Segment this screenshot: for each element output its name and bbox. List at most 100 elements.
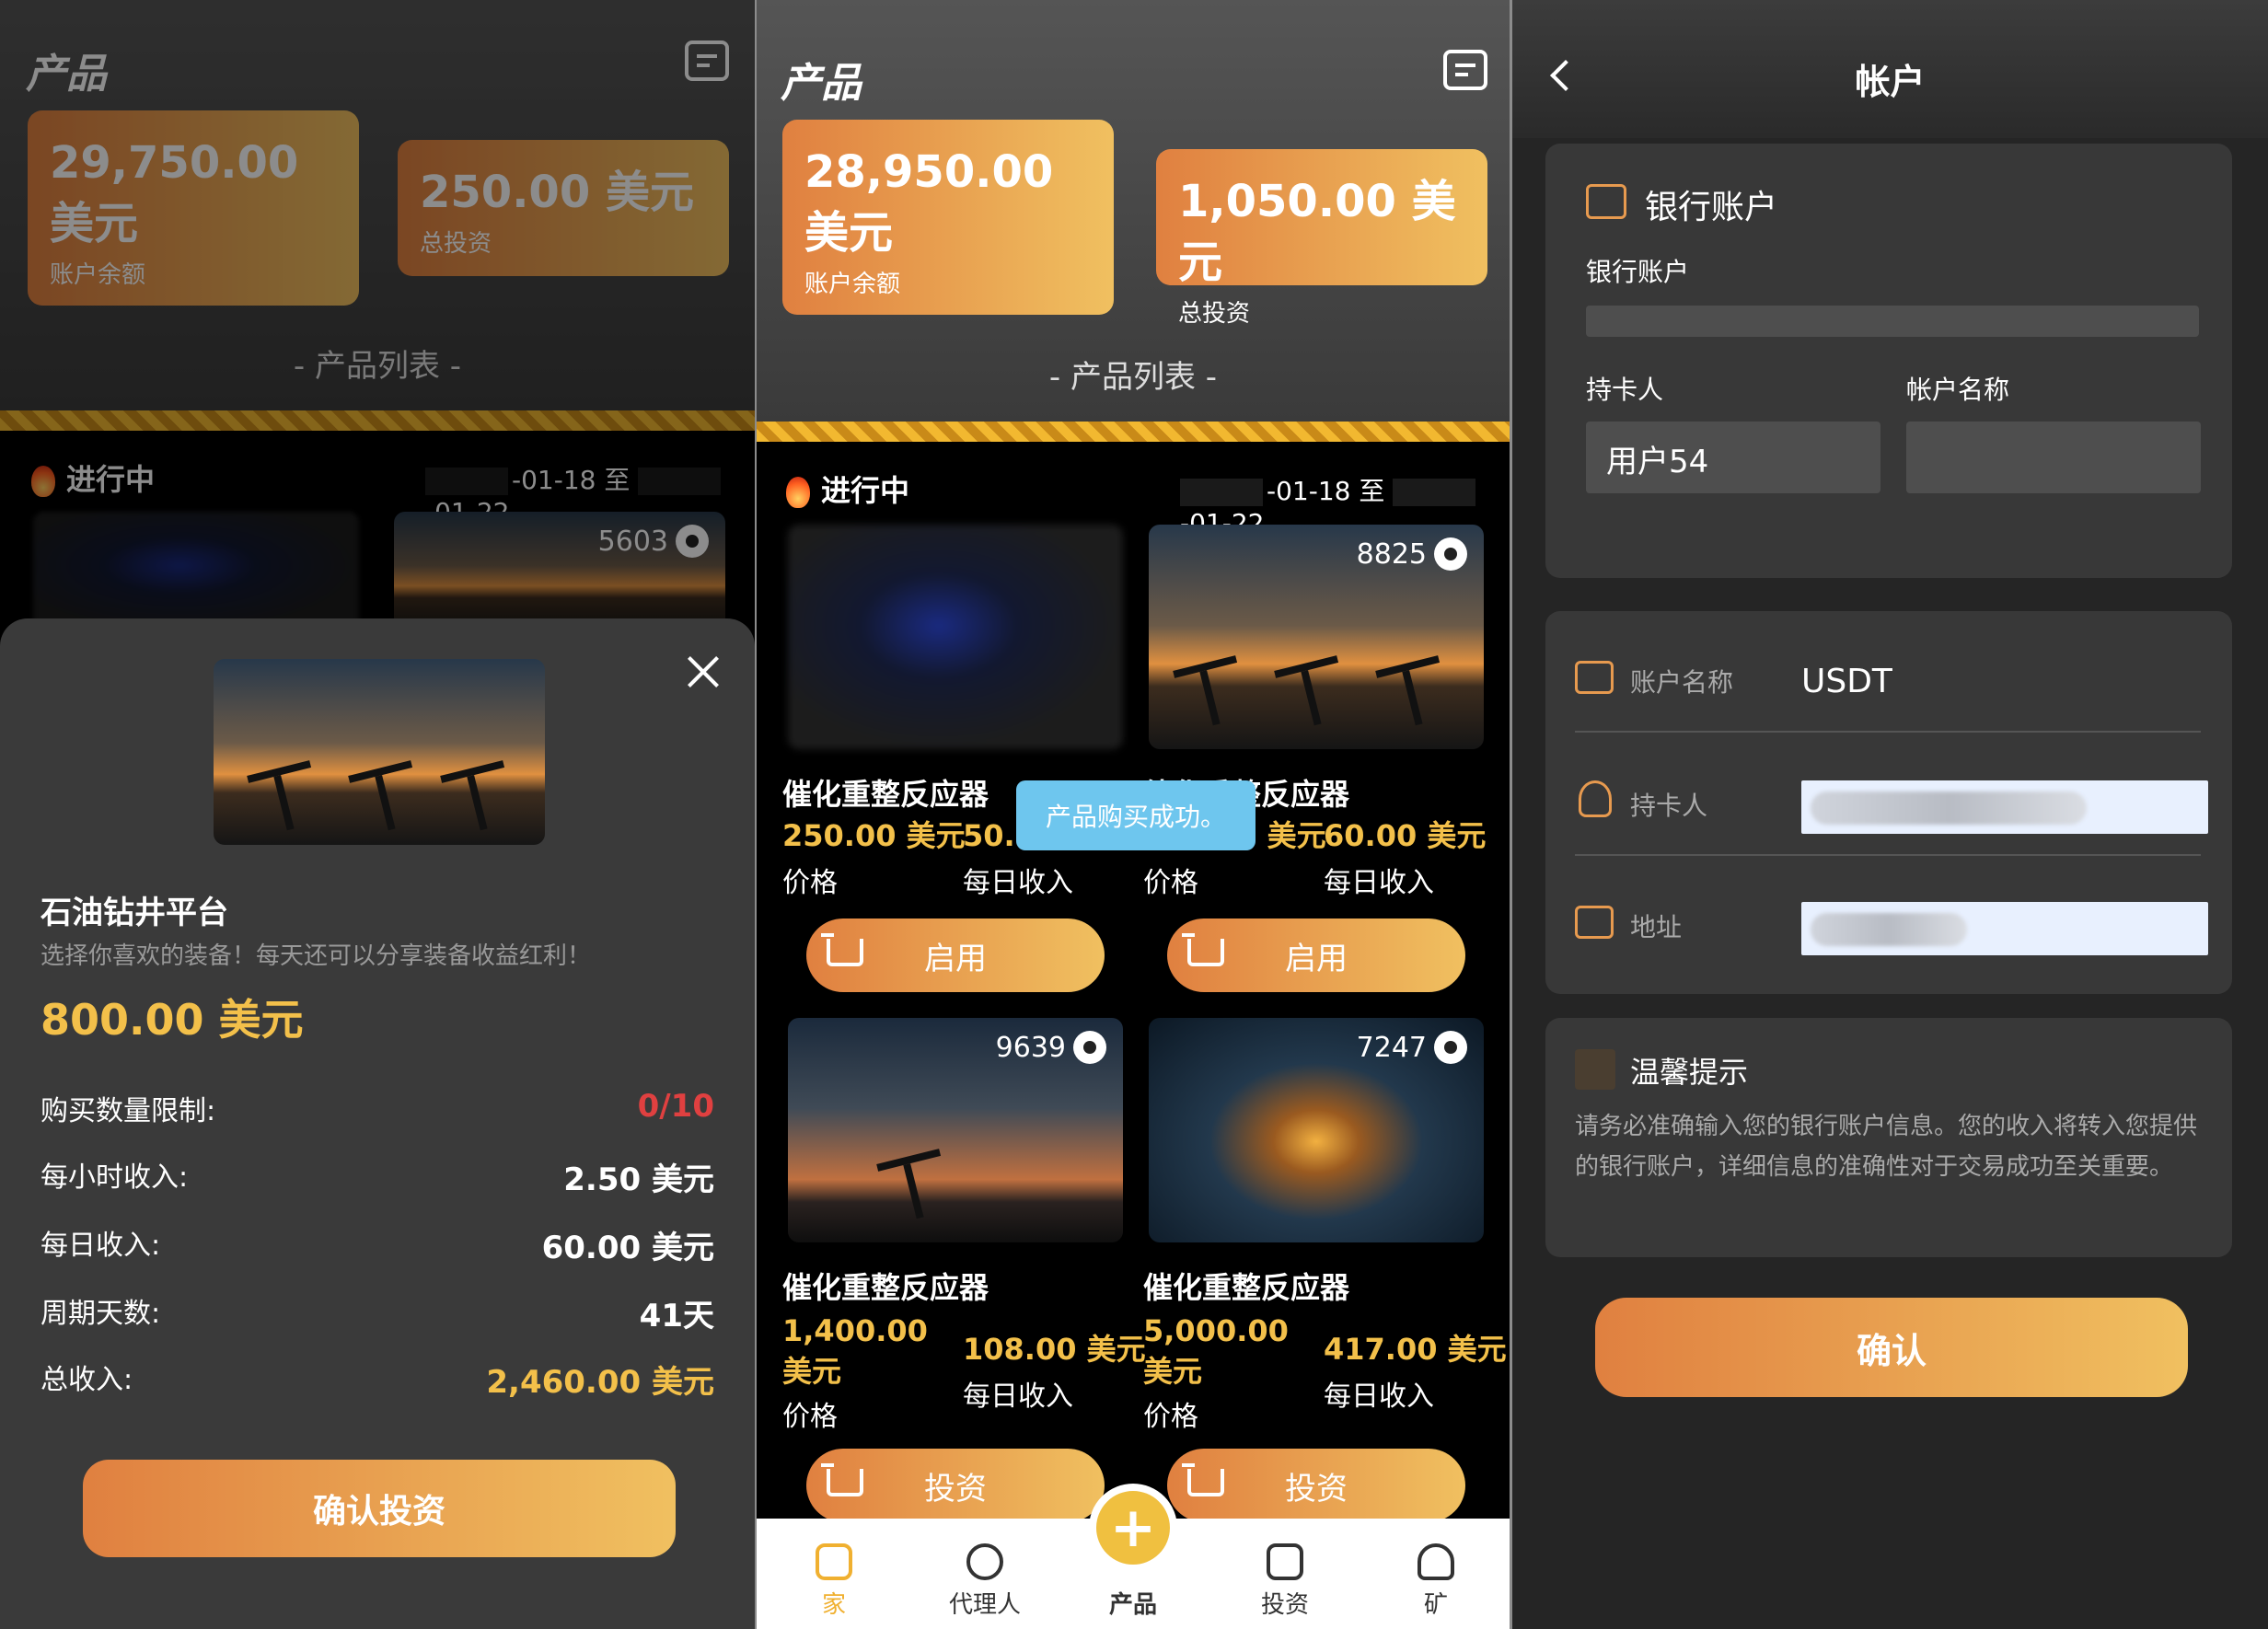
message-icon[interactable] bbox=[1443, 50, 1487, 90]
account-name-input[interactable] bbox=[1906, 422, 2201, 493]
nav-mine[interactable]: 矿 bbox=[1381, 1543, 1491, 1620]
eye-icon bbox=[1434, 1031, 1467, 1064]
detail-row: 周期天数: 41天 bbox=[40, 1298, 714, 1334]
status-live: 进行中 bbox=[786, 468, 909, 510]
product-name: 催化重整反应器 bbox=[1143, 1270, 1350, 1305]
product-daily: 108.00 美元 bbox=[963, 1332, 1146, 1367]
row1-label: 账户名称 bbox=[1630, 667, 1734, 698]
holder-field[interactable] bbox=[1801, 780, 2208, 834]
activate-button[interactable]: 启用 bbox=[1167, 918, 1465, 992]
modal-product-image bbox=[214, 659, 545, 845]
nav-agent[interactable]: 代理人 bbox=[930, 1543, 1040, 1620]
product-price: 5,000.00 美元 bbox=[1143, 1313, 1289, 1389]
invest-card: 1,050.00 美元 总投资 bbox=[1156, 149, 1487, 328]
product-daily: 60.00 美元 bbox=[1324, 818, 1487, 853]
cart-icon bbox=[821, 1463, 863, 1496]
eye-icon bbox=[1073, 1031, 1106, 1064]
product-name: 催化重整反应器 bbox=[782, 777, 989, 812]
home-icon bbox=[816, 1543, 852, 1580]
row2-label: 持卡人 bbox=[1630, 791, 1708, 821]
user-icon bbox=[1418, 1543, 1454, 1580]
product-thumb[interactable]: 9639 bbox=[788, 1018, 1123, 1242]
product-thumb[interactable]: 8825 bbox=[1149, 525, 1484, 749]
holder-label: 持卡人 bbox=[1586, 375, 1664, 405]
invest-label: 总投资 bbox=[1178, 300, 1251, 328]
detail-row: 购买数量限制: 0/10 bbox=[40, 1088, 714, 1127]
account-screen: 帐户 银行账户 银行账户 持卡人 帐户名称 用户54 账户名称 USDT 持卡人… bbox=[1512, 0, 2268, 1629]
cart-icon bbox=[1182, 1463, 1224, 1496]
invest-button[interactable]: 投资 bbox=[806, 1449, 1105, 1522]
price-label: 价格 bbox=[1143, 867, 1198, 899]
product-price: 1,400.00 美元 bbox=[782, 1313, 928, 1389]
success-toast: 产品购买成功。 bbox=[1016, 780, 1256, 850]
daily-label: 每日收入 bbox=[963, 1381, 1073, 1413]
daily-label: 每日收入 bbox=[1324, 1381, 1434, 1413]
bank-account-input[interactable] bbox=[1586, 306, 2199, 337]
add-fab-button[interactable]: + bbox=[1089, 1484, 1177, 1572]
balance-amount: 28,950.00 美元 bbox=[804, 146, 1054, 259]
bank-account-box: 银行账户 银行账户 持卡人 帐户名称 用户54 bbox=[1545, 144, 2232, 578]
product-daily: 417.00 美元 bbox=[1324, 1332, 1507, 1367]
section-title: - 产品列表 - bbox=[1048, 359, 1218, 396]
eye-icon bbox=[1434, 537, 1467, 571]
address-icon bbox=[1575, 906, 1614, 939]
bank-label: 银行账户 bbox=[1586, 257, 1690, 287]
confirm-button[interactable]: 确认 bbox=[1595, 1298, 2188, 1397]
detail-row: 每日收入: 60.00 美元 bbox=[40, 1230, 714, 1266]
views-count: 7247 bbox=[1357, 1031, 1467, 1064]
account-name-label: 帐户名称 bbox=[1906, 375, 2010, 405]
tip-title: 温馨提示 bbox=[1630, 1055, 1749, 1090]
page-title: 产品 bbox=[781, 60, 862, 107]
id-card-icon bbox=[1575, 661, 1614, 694]
flame-icon bbox=[786, 477, 810, 508]
price-label: 价格 bbox=[1143, 1401, 1198, 1433]
balance-label: 账户余额 bbox=[804, 271, 901, 298]
product-name: 石油钻井平台 bbox=[40, 895, 228, 931]
activate-button[interactable]: 启用 bbox=[806, 918, 1105, 992]
product-name: 催化重整反应器 bbox=[782, 1270, 989, 1305]
holder-input[interactable]: 用户54 bbox=[1586, 422, 1880, 493]
balance-card: 28,950.00 美元 账户余额 bbox=[782, 120, 1114, 315]
invest-amount: 1,050.00 美元 bbox=[1178, 176, 1456, 288]
close-icon[interactable] bbox=[683, 652, 723, 692]
invest-button[interactable]: 投资 bbox=[1167, 1449, 1465, 1522]
product-price: 800.00 美元 bbox=[40, 995, 304, 1045]
stripe-divider bbox=[757, 422, 1510, 442]
cart-icon bbox=[821, 933, 863, 966]
wallet-icon bbox=[1586, 184, 1626, 219]
tip-icon bbox=[1575, 1049, 1615, 1090]
divider bbox=[1575, 854, 2201, 856]
detail-row: 总收入: 2,460.00 美元 bbox=[40, 1364, 714, 1401]
product-screen-with-modal: 产品 29,750.00 美元 账户余额 250.00 美元 总投资 - 产品列… bbox=[0, 0, 755, 1629]
bag-icon bbox=[1267, 1543, 1303, 1580]
detail-row: 每小时收入: 2.50 美元 bbox=[40, 1161, 714, 1198]
tip-box: 温馨提示 请务必准确输入您的银行账户信息。您的收入将转入您提供的银行账户，详细信… bbox=[1545, 1018, 2232, 1257]
price-label: 价格 bbox=[782, 1401, 838, 1433]
usdt-value: USDT bbox=[1801, 663, 1892, 700]
product-price: 250.00 美元 bbox=[782, 818, 966, 853]
nav-invest[interactable]: 投资 bbox=[1230, 1543, 1340, 1620]
views-count: 8825 bbox=[1357, 537, 1467, 571]
product-thumb[interactable]: 7247 bbox=[1149, 1018, 1484, 1242]
divider bbox=[1575, 731, 2201, 733]
product-list-screen: 产品 28,950.00 美元 账户余额 1,050.00 美元 总投资 - 产… bbox=[757, 0, 1510, 1629]
account-info-box: 账户名称 USDT 持卡人 地址 bbox=[1545, 611, 2232, 994]
product-thumb[interactable] bbox=[788, 525, 1123, 749]
user-icon bbox=[1579, 780, 1612, 817]
agent-icon bbox=[966, 1543, 1003, 1580]
tip-text: 请务必准确输入您的银行账户信息。您的收入将转入您提供的银行账户，详细信息的准确性… bbox=[1575, 1113, 2198, 1181]
views-count: 9639 bbox=[996, 1031, 1106, 1064]
cart-icon bbox=[1182, 933, 1224, 966]
product-description: 选择你喜欢的装备！每天还可以分享装备收益红利！ bbox=[40, 942, 592, 970]
nav-product[interactable]: 产品 bbox=[1078, 1586, 1188, 1620]
price-label: 价格 bbox=[782, 867, 838, 899]
product-detail-modal: 石油钻井平台 选择你喜欢的装备！每天还可以分享装备收益红利！ 800.00 美元… bbox=[0, 618, 755, 1629]
daily-label: 每日收入 bbox=[1324, 867, 1434, 899]
row3-label: 地址 bbox=[1630, 912, 1683, 942]
address-field[interactable] bbox=[1801, 902, 2208, 955]
page-title: 帐户 bbox=[1855, 62, 1926, 102]
daily-label: 每日收入 bbox=[963, 867, 1073, 899]
bank-title: 银行账户 bbox=[1645, 189, 1778, 226]
confirm-invest-button[interactable]: 确认投资 bbox=[83, 1460, 676, 1557]
nav-home[interactable]: 家 bbox=[779, 1543, 889, 1620]
